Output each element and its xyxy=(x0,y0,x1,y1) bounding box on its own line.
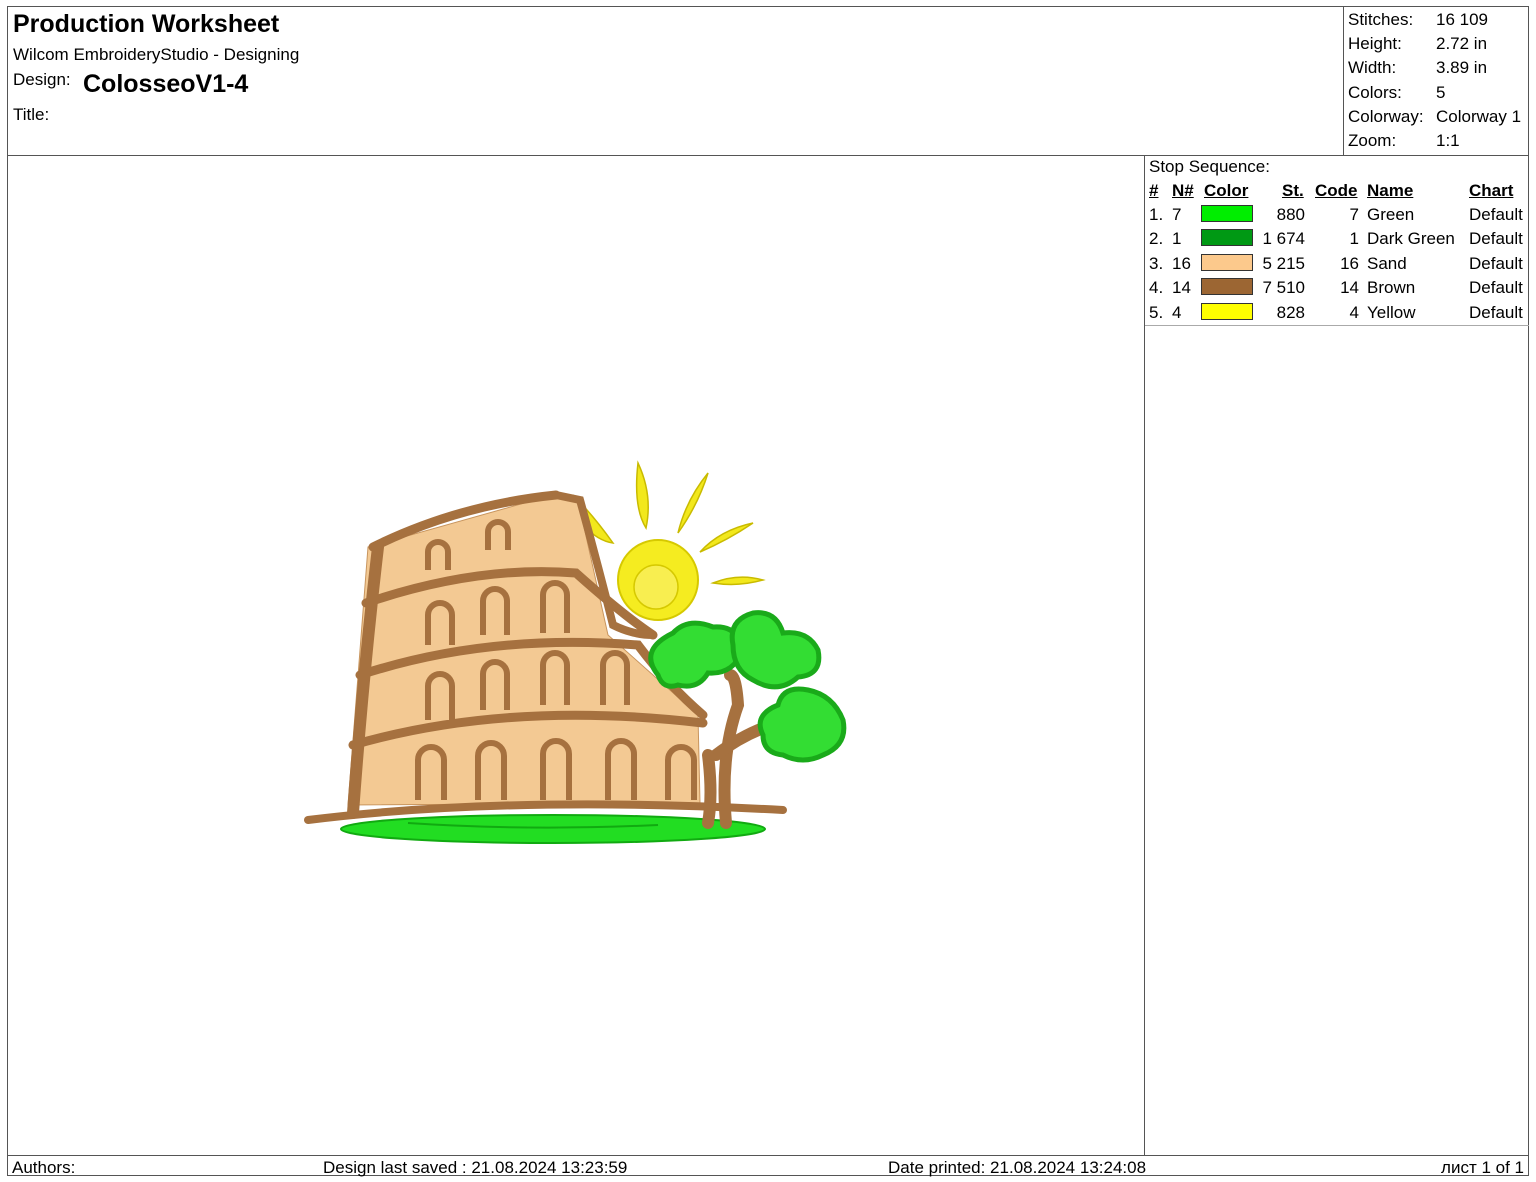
stat-value: 3.89 in xyxy=(1436,58,1488,77)
color-swatch-sand xyxy=(1201,254,1253,271)
row-chart: Default xyxy=(1469,254,1523,273)
stop-sequence-table: # N# Color St. Code Name Chart 1. 7 880 … xyxy=(1145,175,1529,326)
stop-sequence-panel: Stop Sequence: # N# Color St. Code Name … xyxy=(1144,155,1529,1155)
col-header-n: N# xyxy=(1172,181,1194,200)
row-chart: Default xyxy=(1469,303,1523,322)
row-code: 1 xyxy=(1349,229,1359,248)
row-num: 3. xyxy=(1149,254,1164,273)
row-code: 14 xyxy=(1340,278,1359,297)
stat-label: Colors: xyxy=(1348,83,1402,102)
col-header-code: Code xyxy=(1315,181,1358,200)
col-header-num: # xyxy=(1149,181,1159,200)
title-label: Title: xyxy=(13,105,50,124)
color-swatch-dark-green xyxy=(1201,229,1253,246)
color-swatch-green xyxy=(1201,205,1253,222)
row-code: 7 xyxy=(1349,205,1359,224)
stop-sequence-title: Stop Sequence: xyxy=(1149,157,1270,176)
page-number: лист 1 of 1 xyxy=(1441,1158,1524,1177)
col-header-chart: Chart xyxy=(1469,181,1514,200)
authors-label: Authors: xyxy=(12,1158,76,1177)
row-num: 5. xyxy=(1149,303,1164,322)
date-printed: Date printed: 21.08.2024 13:24:08 xyxy=(888,1158,1147,1177)
row-stitches: 5 215 xyxy=(1262,254,1305,273)
row-num: 1. xyxy=(1149,205,1164,224)
design-name: ColosseoV1-4 xyxy=(83,70,249,98)
row-name: Sand xyxy=(1367,254,1407,273)
worksheet-body: Stop Sequence: # N# Color St. Code Name … xyxy=(8,155,1529,1155)
col-header-name: Name xyxy=(1367,181,1414,200)
stat-label: Width: xyxy=(1348,58,1397,77)
stat-value: 16 109 xyxy=(1436,10,1488,29)
row-needle: 7 xyxy=(1172,205,1182,224)
stat-label: Zoom: xyxy=(1348,131,1397,150)
worksheet-footer: Authors: Design last saved : 21.08.2024 … xyxy=(8,1155,1528,1178)
design-preview xyxy=(8,155,1144,1155)
colosseum-embroidery-illustration xyxy=(304,460,847,844)
row-stitches: 1 674 xyxy=(1262,229,1305,248)
stat-value: Colorway 1 xyxy=(1436,107,1522,126)
row-num: 2. xyxy=(1149,229,1164,248)
row-code: 16 xyxy=(1340,254,1359,273)
worksheet-header: Production Worksheet Wilcom EmbroiderySt… xyxy=(8,7,1528,156)
row-needle: 14 xyxy=(1172,278,1191,297)
row-chart: Default xyxy=(1469,205,1523,224)
row-chart: Default xyxy=(1469,278,1523,297)
row-needle: 4 xyxy=(1172,303,1182,322)
col-header-st: St. xyxy=(1282,181,1304,200)
row-needle: 1 xyxy=(1172,229,1182,248)
software-name: Wilcom EmbroideryStudio - Designing xyxy=(13,45,300,64)
design-stats: Stitches: 16 109 Height: 2.72 in Width: … xyxy=(1343,7,1529,155)
row-name: Dark Green xyxy=(1367,229,1455,248)
row-stitches: 880 xyxy=(1276,205,1305,224)
row-needle: 16 xyxy=(1172,254,1191,273)
row-stitches: 7 510 xyxy=(1262,278,1305,297)
row-chart: Default xyxy=(1469,229,1523,248)
row-num: 4. xyxy=(1149,278,1164,297)
stat-value: 1:1 xyxy=(1436,131,1460,150)
stat-label: Height: xyxy=(1348,34,1402,53)
color-swatch-brown xyxy=(1201,278,1253,295)
row-name: Brown xyxy=(1367,278,1416,297)
design-label: Design: xyxy=(13,70,71,89)
worksheet: Production Worksheet Wilcom EmbroiderySt… xyxy=(7,6,1529,1178)
page-title: Production Worksheet xyxy=(13,10,280,38)
last-saved: Design last saved : 21.08.2024 13:23:59 xyxy=(323,1158,628,1177)
stat-value: 5 xyxy=(1436,83,1446,102)
row-code: 4 xyxy=(1349,303,1359,322)
header-info: Production Worksheet Wilcom EmbroiderySt… xyxy=(8,7,1343,155)
color-swatch-yellow xyxy=(1201,303,1253,320)
stat-label: Stitches: xyxy=(1348,10,1414,29)
stat-value: 2.72 in xyxy=(1436,34,1488,53)
row-name: Green xyxy=(1367,205,1415,224)
row-name: Yellow xyxy=(1367,303,1416,322)
col-header-color: Color xyxy=(1204,181,1249,200)
stat-label: Colorway: xyxy=(1348,107,1424,126)
row-stitches: 828 xyxy=(1276,303,1305,322)
